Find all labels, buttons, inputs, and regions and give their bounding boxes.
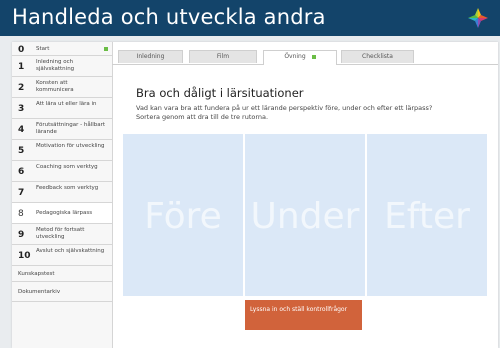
sidebar-item-number: 8 — [18, 209, 24, 219]
sidebar-item-label: Coaching som verktyg — [36, 164, 98, 170]
sidebar-item-label: Motivation för utveckling — [36, 143, 105, 149]
sidebar-item-10[interactable]: 10 Avslut och självskattning — [12, 245, 112, 266]
drop-zone-efter[interactable]: Efter — [367, 134, 487, 296]
sidebar-item-kunskapstest[interactable]: Kunskapstest — [12, 266, 112, 282]
sidebar-item-number: 6 — [18, 167, 25, 177]
completed-marker-icon — [311, 54, 316, 59]
sidebar-item-label: Förutsättningar - hållbart lärande — [36, 122, 106, 135]
drop-zone-under[interactable]: Under — [245, 134, 365, 296]
colorful-star-logo-icon — [468, 8, 488, 28]
tab-label: Film — [216, 53, 230, 60]
sidebar-item-label: Avslut och självskattning — [36, 248, 105, 254]
sidebar-item-5[interactable]: 5 Motivation för utveckling — [12, 140, 112, 161]
sidebar-item-8[interactable]: 8 Pedagogiska lärpass — [12, 203, 112, 224]
sidebar-item-6[interactable]: 6 Coaching som verktyg — [12, 161, 112, 182]
sidebar-item-label: Feedback som verktyg — [36, 185, 99, 191]
sidebar-item-7[interactable]: 7 Feedback som verktyg — [12, 182, 112, 203]
drop-zone-label: Efter — [384, 196, 470, 237]
exercise-heading: Bra och dåligt i lärsituationer — [136, 86, 304, 100]
sidebar-item-number: 7 — [18, 188, 25, 198]
sidebar-item-label: Konsten att kommunicera — [36, 80, 74, 93]
draggable-card[interactable]: Lyssna in och ställ kontrollfrågor — [245, 300, 362, 330]
tab-film[interactable]: Film — [189, 50, 257, 63]
sidebar-item-number: 1 — [18, 62, 25, 72]
sidebar-item-3[interactable]: 3 Att lära ut eller lära in — [12, 98, 112, 119]
tab-inledning[interactable]: Inledning — [118, 50, 183, 63]
sidebar-item-9[interactable]: 9 Metod för fortsatt utveckling — [12, 224, 112, 245]
tab-label: Inledning — [136, 53, 165, 60]
tab-label: Checklista — [362, 53, 393, 60]
drop-zone-label: Före — [144, 196, 222, 237]
sidebar-item-label: Kunskapstest — [18, 271, 55, 277]
tab-bar: Inledning Film Övning Checklista — [112, 50, 498, 65]
draggable-card-text: Lyssna in och ställ kontrollfrågor — [250, 306, 348, 313]
drop-zone-label: Under — [250, 196, 360, 237]
tab-checklista[interactable]: Checklista — [341, 50, 414, 63]
app-header: Handleda och utveckla andra — [0, 0, 500, 36]
drop-zone-fore[interactable]: Före — [123, 134, 243, 296]
sidebar-item-2[interactable]: 2 Konsten att kommunicera — [12, 77, 112, 98]
sidebar-item-1[interactable]: 1 Inledning och självskattning — [12, 56, 112, 77]
sidebar-item-label: Dokumentarkiv — [18, 289, 61, 295]
sidebar-item-number: 3 — [18, 104, 25, 114]
sidebar-item-number: 2 — [18, 83, 25, 93]
sidebar: 0 Start 1 Inledning och självskattning 2… — [12, 42, 113, 348]
sidebar-item-label: Pedagogiska lärpass — [36, 210, 93, 216]
tab-ovning[interactable]: Övning — [263, 50, 337, 65]
completed-marker-icon — [104, 47, 108, 51]
sidebar-item-number: 4 — [18, 125, 25, 135]
sidebar-item-label: Metod för fortsatt utveckling — [36, 227, 85, 240]
sidebar-item-number: 9 — [18, 230, 25, 240]
tab-label: Övning — [284, 53, 306, 60]
exercise-instructions: Vad kan vara bra att fundera på ur ett l… — [136, 104, 433, 121]
sidebar-item-dokumentarkiv[interactable]: Dokumentarkiv — [12, 282, 112, 302]
sidebar-item-number: 10 — [18, 251, 31, 261]
sidebar-item-start[interactable]: 0 Start — [12, 42, 112, 56]
sidebar-item-number: 5 — [18, 146, 25, 156]
sidebar-item-number: 0 — [18, 45, 25, 55]
app-title: Handleda och utveckla andra — [12, 5, 326, 29]
sidebar-item-label: Inledning och självskattning — [36, 59, 75, 72]
sidebar-item-4[interactable]: 4 Förutsättningar - hållbart lärande — [12, 119, 112, 140]
sidebar-item-label: Att lära ut eller lära in — [36, 101, 97, 107]
sidebar-item-label: Start — [36, 46, 50, 52]
